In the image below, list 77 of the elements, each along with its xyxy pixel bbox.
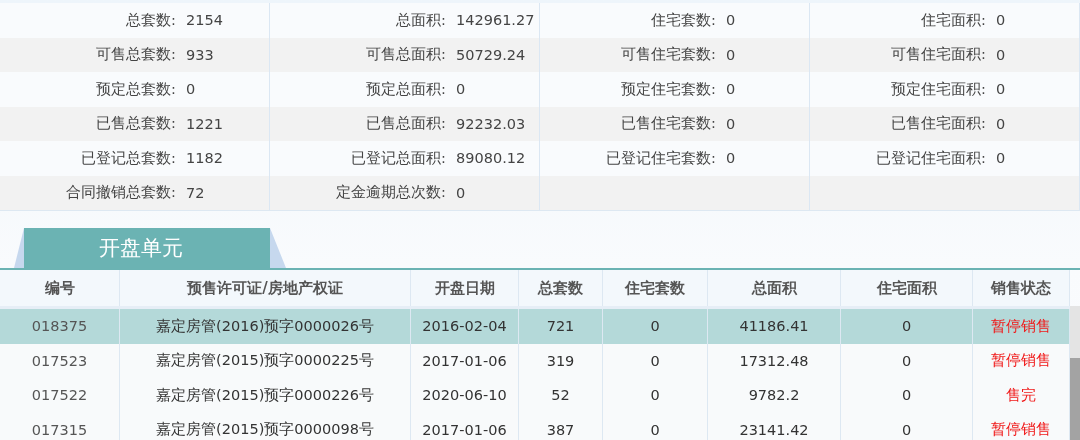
stat-value: 0 <box>995 12 1006 29</box>
stat-value: 0 <box>455 184 466 201</box>
stat-value: 0 <box>995 150 1006 167</box>
stat-label: 已售总面积: <box>365 114 446 134</box>
stat-value: 50729.24 <box>455 46 526 63</box>
stat-label: 可售总套数: <box>95 45 176 65</box>
stat-label: 预定总面积: <box>365 79 446 99</box>
stat-value: 0 <box>725 150 736 167</box>
stat-value: 0 <box>725 81 736 98</box>
table-cell: 0 <box>841 378 973 413</box>
table-cell: 23141.42 <box>708 412 841 440</box>
column-header: 住宅面积 <box>841 270 973 306</box>
table-cell: 721 <box>519 309 603 344</box>
stat-value: 0 <box>185 81 196 98</box>
stat-label: 定金逾期总次数: <box>335 183 446 203</box>
table-cell: 嘉定房管(2015)预字0000098号 <box>120 412 411 440</box>
table-cell: 017522 <box>0 378 120 413</box>
stat-value: 0 <box>995 46 1006 63</box>
stat-label: 已登记住宅面积: <box>875 148 986 168</box>
table-cell: 52 <box>519 378 603 413</box>
column-header: 预售许可证/房地产权证 <box>120 270 411 306</box>
tab-corner-icon <box>14 228 24 268</box>
column-header: 住宅套数 <box>603 270 708 306</box>
table-cell: 387 <box>519 412 603 440</box>
column-header: 总面积 <box>708 270 841 306</box>
stat-label: 可售住宅套数: <box>620 45 716 65</box>
stat-label: 总面积: <box>395 10 446 30</box>
stat-value: 0 <box>995 81 1006 98</box>
stat-value: 0 <box>995 115 1006 132</box>
stat-label: 已售住宅套数: <box>620 114 716 134</box>
stat-value: 0 <box>455 81 466 98</box>
table-cell: 0 <box>603 378 708 413</box>
stat-label: 合同撤销总套数: <box>65 183 176 203</box>
stat-value: 72 <box>185 184 205 201</box>
scrollbar[interactable] <box>1070 306 1080 440</box>
stat-value: 0 <box>725 12 736 29</box>
stat-label: 住宅面积: <box>920 10 986 30</box>
stat-label: 预定总套数: <box>95 79 176 99</box>
table-cell: 嘉定房管(2016)预字0000026号 <box>120 309 411 344</box>
table-cell: 41186.41 <box>708 309 841 344</box>
table-cell: 0 <box>841 309 973 344</box>
stat-label: 预定住宅套数: <box>620 79 716 99</box>
stat-value: 142961.27 <box>455 12 535 29</box>
table-cell: 017315 <box>0 412 120 440</box>
column-header: 编号 <box>0 270 120 306</box>
stat-value: 1221 <box>185 115 223 132</box>
stat-value: 2154 <box>185 12 223 29</box>
column-header: 总套数 <box>519 270 603 306</box>
tab-corner-icon <box>270 228 286 268</box>
table-cell: 018375 <box>0 309 120 344</box>
stat-value: 0 <box>725 115 736 132</box>
stat-value: 89080.12 <box>455 150 526 167</box>
table-row[interactable]: 018375 嘉定房管(2016)预字0000026号 2016-02-04 721 0 41186.41 0 暂停销售 <box>0 309 1070 344</box>
table-cell: 2017-01-06 <box>411 412 519 440</box>
stat-label: 住宅套数: <box>650 10 716 30</box>
stat-label: 已登记总套数: <box>80 148 176 168</box>
table-cell: 0 <box>603 309 708 344</box>
stat-value: 0 <box>725 46 736 63</box>
table-cell: 0 <box>841 412 973 440</box>
table-cell: 2016-02-04 <box>411 309 519 344</box>
table-cell: 2020-06-10 <box>411 378 519 413</box>
stat-label: 可售总面积: <box>365 45 446 65</box>
table-cell: 嘉定房管(2015)预字0000226号 <box>120 378 411 413</box>
table-cell: 9782.2 <box>708 378 841 413</box>
stat-value: 92232.03 <box>455 115 526 132</box>
stat-label: 总套数: <box>125 10 176 30</box>
column-header: 开盘日期 <box>411 270 519 306</box>
stat-label: 已登记总面积: <box>350 148 446 168</box>
stat-label: 已售住宅面积: <box>890 114 986 134</box>
stat-label: 可售住宅面积: <box>890 45 986 65</box>
table-cell: 0 <box>603 412 708 440</box>
stat-label: 预定住宅面积: <box>890 79 986 99</box>
stat-value: 933 <box>185 46 214 63</box>
stat-label: 已登记住宅套数: <box>605 148 716 168</box>
stat-value: 1182 <box>185 150 223 167</box>
column-header: 销售状态 <box>973 270 1070 306</box>
stat-label: 已售总套数: <box>95 114 176 134</box>
